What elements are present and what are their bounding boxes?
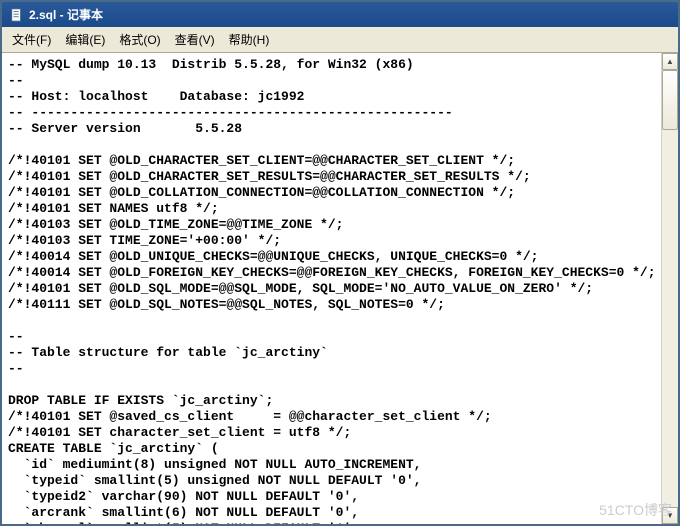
text-editor[interactable]: -- MySQL dump 10.13 Distrib 5.5.28, for …: [2, 53, 661, 524]
scrollbar-vertical[interactable]: ▲ ▼: [661, 53, 678, 524]
menu-format[interactable]: 格式(O): [113, 29, 166, 50]
menu-file[interactable]: 文件(F): [6, 29, 57, 50]
notepad-window: 2.sql - 记事本 文件(F) 编辑(E) 格式(O) 查看(V) 帮助(H…: [0, 0, 680, 526]
window-title: 2.sql - 记事本: [29, 6, 103, 23]
menubar: 文件(F) 编辑(E) 格式(O) 查看(V) 帮助(H): [2, 27, 678, 53]
watermark: 51CTO博客: [599, 500, 672, 520]
menu-edit[interactable]: 编辑(E): [59, 29, 111, 50]
scroll-thumb[interactable]: [662, 70, 678, 130]
app-icon: [10, 8, 24, 22]
menu-view[interactable]: 查看(V): [169, 29, 221, 50]
editor-wrap: -- MySQL dump 10.13 Distrib 5.5.28, for …: [2, 53, 678, 524]
scroll-track[interactable]: [662, 70, 678, 507]
menu-help[interactable]: 帮助(H): [223, 29, 276, 50]
titlebar[interactable]: 2.sql - 记事本: [2, 2, 678, 27]
scroll-up-button[interactable]: ▲: [662, 53, 678, 70]
